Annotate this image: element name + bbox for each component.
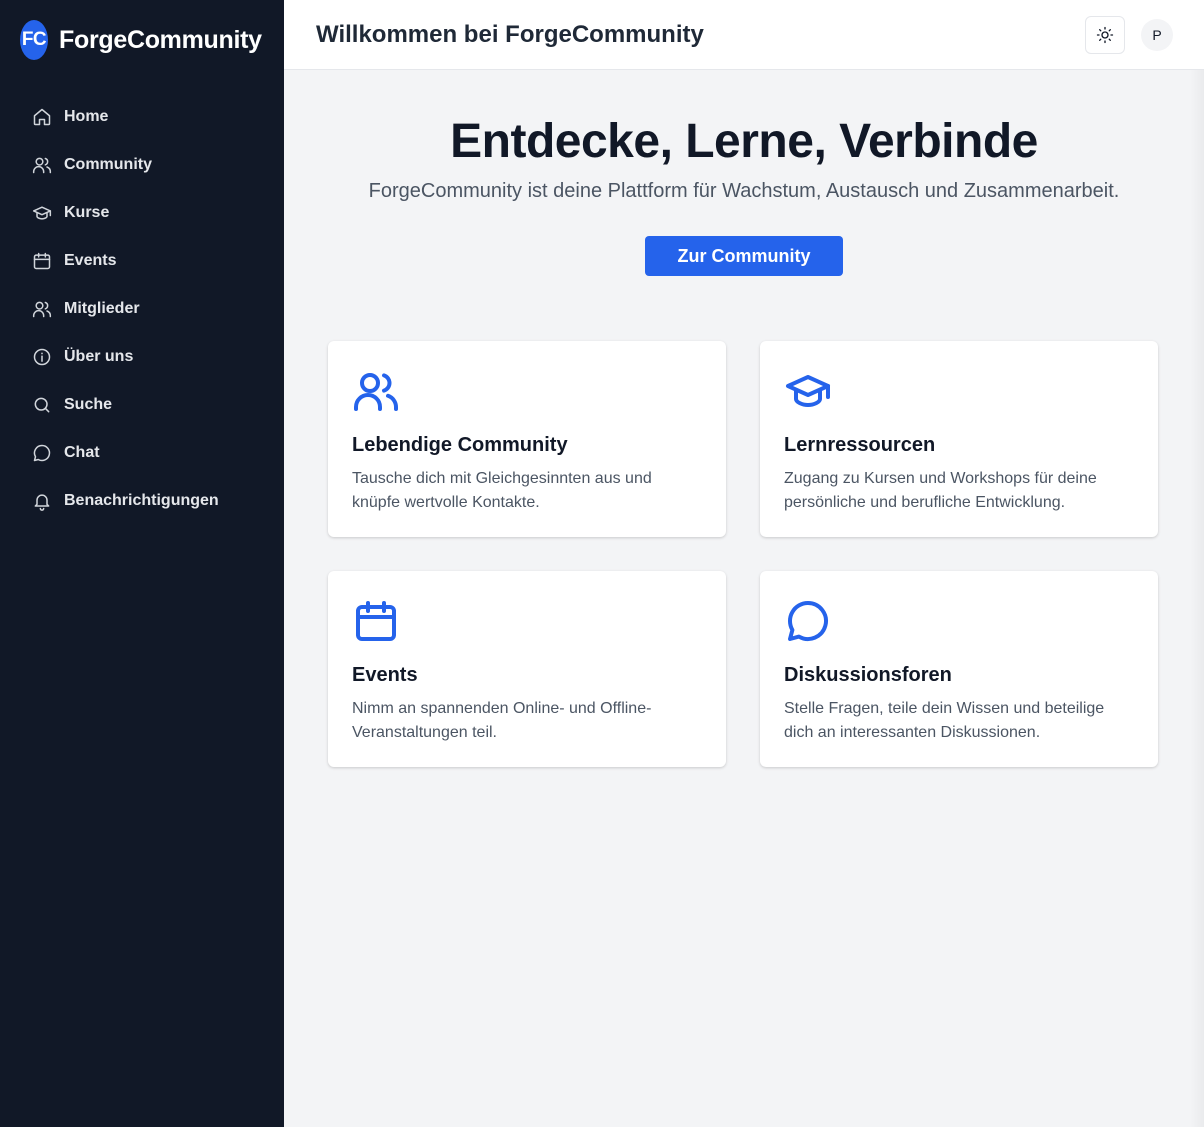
sidebar-item-community[interactable]: Community — [0, 141, 284, 189]
hero: Entdecke, Lerne, Verbinde ForgeCommunity… — [328, 70, 1160, 276]
sidebar-item-label: Mitglieder — [64, 300, 140, 317]
graduation-cap-icon — [784, 367, 1134, 420]
bell-icon — [31, 490, 53, 512]
sun-icon — [1096, 26, 1114, 44]
topbar: Willkommen bei ForgeCommunity P — [284, 0, 1204, 70]
home-icon — [31, 106, 53, 128]
theme-toggle-button[interactable] — [1085, 15, 1125, 54]
chat-bubble-icon — [784, 597, 1134, 650]
sidebar-item-chat[interactable]: Chat — [0, 429, 284, 477]
sidebar-item-suche[interactable]: Suche — [0, 381, 284, 429]
sidebar-item-label: Benachrichtigungen — [64, 492, 219, 509]
sidebar-item-label: Kurse — [64, 204, 110, 221]
hero-title: Entdecke, Lerne, Verbinde — [450, 115, 1038, 168]
feature-card: Lernressourcen Zugang zu Kursen und Work… — [760, 341, 1158, 537]
sidebar-item-kurse[interactable]: Kurse — [0, 189, 284, 237]
feature-title: Events — [352, 664, 418, 686]
community-cta-button[interactable]: Zur Community — [645, 236, 843, 276]
feature-text: Tausche dich mit Gleichgesinnten aus und… — [352, 470, 652, 511]
sidebar-item-mitglieder[interactable]: Mitglieder — [0, 285, 284, 333]
avatar[interactable]: P — [1141, 18, 1173, 51]
users-icon — [31, 154, 53, 176]
sidebar-item-label: Suche — [64, 396, 113, 413]
feature-text: Zugang zu Kursen und Workshops für deine… — [784, 470, 1097, 511]
graduation-cap-icon — [31, 202, 53, 224]
scroll-shade — [1190, 70, 1204, 1127]
sidebar-item-benachrichtigungen[interactable]: Benachrichtigungen — [0, 477, 284, 525]
sidebar-item-label: Events — [64, 252, 117, 269]
sidebar-item-label: Über uns — [64, 348, 134, 365]
feature-title: Diskussionsforen — [784, 664, 952, 686]
hero-subtitle: ForgeCommunity ist deine Plattform für W… — [368, 180, 1120, 202]
main-area: Willkommen bei ForgeCommunity P Entdecke… — [284, 0, 1204, 1127]
search-icon — [31, 394, 53, 416]
feature-card: Events Nimm an spannenden Online- und Of… — [328, 571, 726, 767]
sidebar-item-ueber-uns[interactable]: Über uns — [0, 333, 284, 381]
feature-text: Nimm an spannenden Online- und Offline-V… — [352, 700, 652, 741]
chat-bubble-icon — [31, 442, 53, 464]
sidebar-item-label: Chat — [64, 444, 100, 461]
calendar-icon — [352, 597, 702, 650]
sidebar-item-label: Home — [64, 108, 109, 125]
content: Entdecke, Lerne, Verbinde ForgeCommunity… — [284, 70, 1204, 1127]
sidebar-item-events[interactable]: Events — [0, 237, 284, 285]
feature-card: Lebendige Community Tausche dich mit Gle… — [328, 341, 726, 537]
feature-title: Lebendige Community — [352, 434, 568, 456]
sidebar: FC ForgeCommunity Home Community Kurse E… — [0, 0, 284, 1127]
sidebar-item-label: Community — [64, 156, 152, 173]
info-icon — [31, 346, 53, 368]
feature-text: Stelle Fragen, teile dein Wissen und bet… — [784, 700, 1105, 741]
feature-card: Diskussionsforen Stelle Fragen, teile de… — [760, 571, 1158, 767]
feature-grid: Lebendige Community Tausche dich mit Gle… — [328, 341, 1160, 767]
users-icon — [352, 367, 702, 420]
brand[interactable]: FC ForgeCommunity — [0, 0, 284, 80]
feature-title: Lernressourcen — [784, 434, 936, 456]
app-shell: FC ForgeCommunity Home Community Kurse E… — [0, 0, 1204, 1127]
topbar-actions: P — [1085, 15, 1173, 54]
sidebar-item-home[interactable]: Home — [0, 93, 284, 141]
brand-name: ForgeCommunity — [59, 25, 262, 54]
page-title: Willkommen bei ForgeCommunity — [316, 20, 704, 48]
users-icon — [31, 298, 53, 320]
calendar-icon — [31, 250, 53, 272]
sidebar-nav: Home Community Kurse Events Mitglieder Ü… — [0, 80, 284, 525]
brand-logo: FC — [20, 20, 48, 60]
